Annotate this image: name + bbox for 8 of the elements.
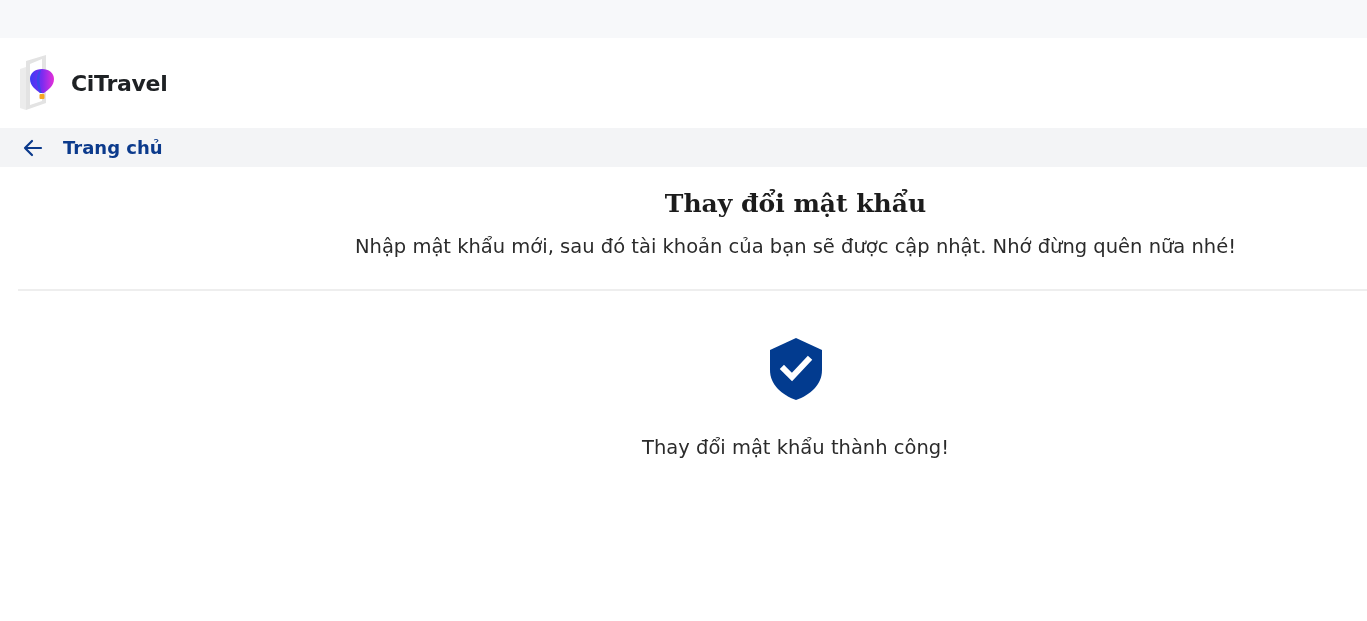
- logo-text: CiTravel: [71, 70, 168, 96]
- shield-check-icon: [769, 338, 822, 400]
- balloon-logo-icon: [18, 55, 54, 111]
- page-title: Thay đổi mật khẩu: [664, 188, 927, 220]
- back-arrow-icon: [22, 137, 43, 158]
- success-message: Thay đổi mật khẩu thành công!: [642, 435, 949, 461]
- page-subtitle: Nhập mật khẩu mới, sau đó tài khoản của bạn sẽ được cập nhật. Nhớ đừng quên nữa nhé!: [354, 234, 1237, 260]
- back-link[interactable]: Trang chủ: [22, 137, 163, 158]
